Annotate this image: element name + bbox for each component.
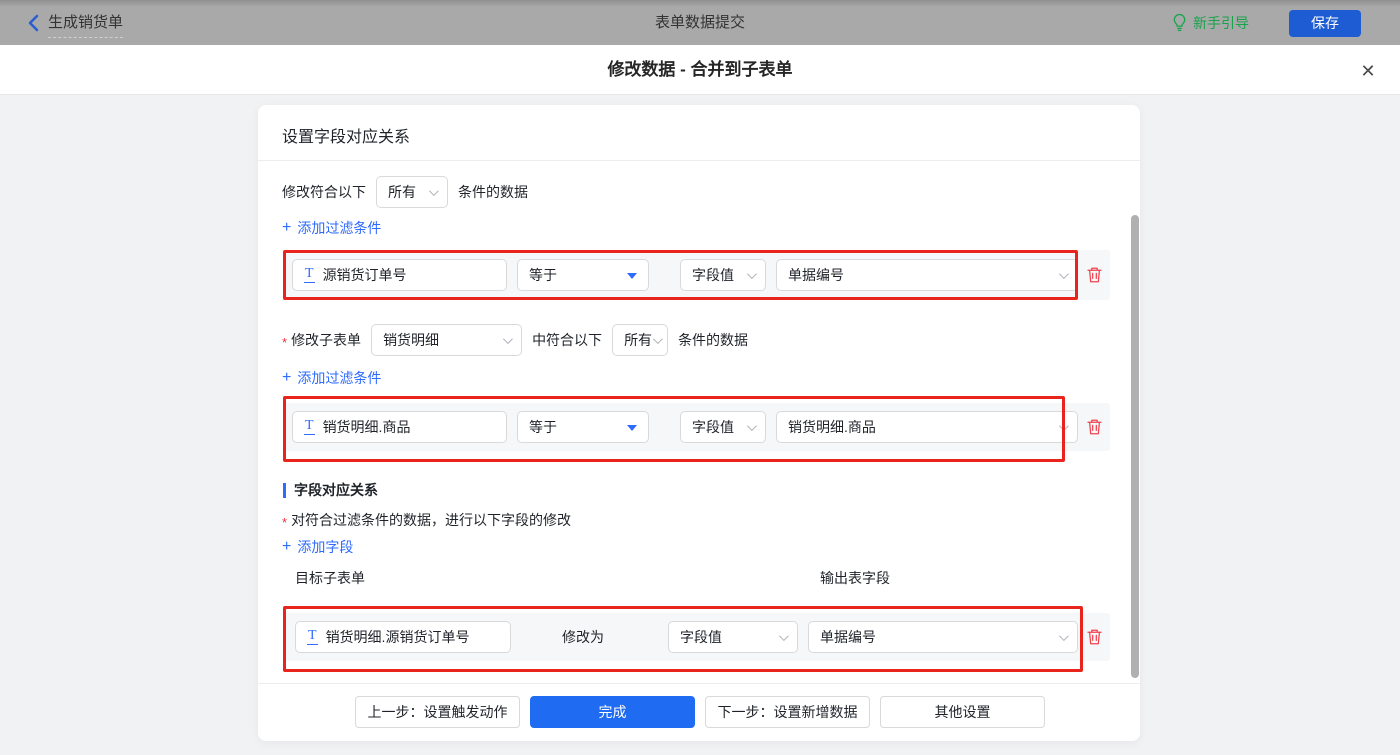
prev-step-button[interactable]: 上一步：设置触发动作 xyxy=(355,696,520,728)
mapping-section-header: 字段对应关系 xyxy=(283,480,378,500)
add-field-link[interactable]: + 添加字段 xyxy=(282,537,353,557)
mapping-row: T 销货明细.源销货订单号 修改为 字段值 单据编号 xyxy=(283,613,1110,661)
column-output-field: 输出表字段 xyxy=(820,570,890,586)
close-icon[interactable]: ✕ xyxy=(1354,57,1382,85)
next-step-button[interactable]: 下一步：设置新增数据 xyxy=(705,696,870,728)
save-button[interactable]: 保存 xyxy=(1289,10,1361,37)
add-filter-link-sub[interactable]: + 添加过滤条件 xyxy=(282,368,381,388)
value-field-value: 单据编号 xyxy=(788,267,844,283)
chevron-down-icon xyxy=(1058,421,1069,432)
main-match-select[interactable]: 所有 xyxy=(376,176,448,208)
header-divider xyxy=(258,160,1140,161)
text-field-icon: T xyxy=(304,418,315,435)
chevron-down-icon xyxy=(503,334,513,345)
main-filter-line: 修改符合以下 所有 条件的数据 xyxy=(282,176,528,208)
value-type-select[interactable]: 字段值 xyxy=(680,411,766,443)
chevron-down-icon xyxy=(1058,631,1069,642)
lightbulb-icon xyxy=(1173,13,1186,32)
delete-mapping-icon[interactable] xyxy=(1086,628,1104,646)
value-type-value: 字段值 xyxy=(692,267,734,283)
sub-match-value: 所有 xyxy=(624,332,653,348)
other-settings-button[interactable]: 其他设置 xyxy=(880,696,1045,728)
subform-suffix: 条件的数据 xyxy=(678,332,749,348)
value-field-select[interactable]: 单据编号 xyxy=(776,259,1078,291)
add-field-label: 添加字段 xyxy=(297,539,354,555)
add-filter-label: 添加过滤条件 xyxy=(297,220,382,236)
main-filter-suffix: 条件的数据 xyxy=(458,184,528,200)
condition-field-input[interactable]: T 销货明细.商品 xyxy=(292,411,507,443)
sub-match-select[interactable]: 所有 xyxy=(612,324,669,356)
filter-condition-row-1: T 源销货订单号 等于 字段值 单据编号 xyxy=(283,250,1110,300)
value-type-value: 字段值 xyxy=(680,629,722,645)
dialog-title: 修改数据 - 合并到子表单 xyxy=(607,60,793,79)
mapping-desc-line: * 对符合过滤条件的数据，进行以下字段的修改 xyxy=(282,510,571,530)
delete-condition-icon[interactable] xyxy=(1086,266,1104,284)
subform-label: 修改子表单 xyxy=(291,332,362,348)
output-field-select[interactable]: 单据编号 xyxy=(808,621,1078,653)
add-filter-link-main[interactable]: + 添加过滤条件 xyxy=(282,218,381,238)
beginner-guide-label: 新手引导 xyxy=(1193,14,1249,31)
section-accent-bar xyxy=(283,482,286,498)
required-asterisk: * xyxy=(282,514,288,530)
top-bar: 生成销货单 表单数据提交 新手引导 保存 xyxy=(0,0,1400,45)
text-field-icon: T xyxy=(304,266,315,283)
footer-divider xyxy=(258,683,1140,684)
mapping-section-title: 字段对应关系 xyxy=(294,482,378,498)
caret-down-icon xyxy=(627,273,637,279)
plus-icon: + xyxy=(282,369,292,386)
plus-icon: + xyxy=(282,219,292,236)
target-field-value: 销货明细.源销货订单号 xyxy=(325,629,470,645)
subform-select[interactable]: 销货明细 xyxy=(371,324,523,356)
chevron-down-icon xyxy=(778,631,789,642)
caret-down-icon xyxy=(627,425,637,431)
delete-condition-icon[interactable] xyxy=(1086,418,1104,436)
beginner-guide-link[interactable]: 新手引导 xyxy=(1172,0,1249,45)
main-match-value: 所有 xyxy=(388,184,416,200)
plus-icon: + xyxy=(282,538,292,555)
value-type-select[interactable]: 字段值 xyxy=(680,259,766,291)
chevron-down-icon xyxy=(746,421,757,432)
subform-mid-text: 中符合以下 xyxy=(532,332,603,348)
value-field-value: 销货明细.商品 xyxy=(788,419,876,435)
dialog-header: 修改数据 - 合并到子表单 ✕ xyxy=(0,45,1400,95)
chevron-down-icon xyxy=(653,334,663,345)
scrollbar-thumb[interactable] xyxy=(1131,215,1139,678)
operator-select[interactable]: 等于 xyxy=(517,411,649,443)
condition-field-value: 源销货订单号 xyxy=(322,267,407,283)
operator-select[interactable]: 等于 xyxy=(517,259,649,291)
operator-value: 等于 xyxy=(529,267,557,283)
mapping-desc: 对符合过滤条件的数据，进行以下字段的修改 xyxy=(291,512,572,528)
filter-condition-row-2: T 销货明细.商品 等于 字段值 销货明细.商品 xyxy=(283,403,1110,451)
main-filter-prefix: 修改符合以下 xyxy=(282,184,366,200)
column-target-subform: 目标子表单 xyxy=(295,570,365,586)
operator-value: 等于 xyxy=(529,419,557,435)
value-type-select[interactable]: 字段值 xyxy=(668,621,798,653)
modify-to-label: 修改为 xyxy=(562,629,604,645)
chevron-down-icon xyxy=(428,186,439,197)
target-field-input[interactable]: T 销货明细.源销货订单号 xyxy=(295,621,511,653)
value-field-select[interactable]: 销货明细.商品 xyxy=(776,411,1078,443)
settings-panel: 设置字段对应关系 修改符合以下 所有 条件的数据 + 添加过滤条件 T 源销货订… xyxy=(258,105,1140,741)
subform-value: 销货明细 xyxy=(383,332,440,348)
subform-filter-line: * 修改子表单 销货明细 中符合以下 所有 条件的数据 xyxy=(282,324,748,356)
condition-field-value: 销货明细.商品 xyxy=(322,419,411,435)
required-asterisk: * xyxy=(282,334,288,350)
chevron-down-icon xyxy=(746,269,757,280)
text-field-icon: T xyxy=(307,628,318,645)
add-filter-label: 添加过滤条件 xyxy=(297,370,382,386)
panel-header: 设置字段对应关系 xyxy=(282,129,411,146)
condition-field-input[interactable]: T 源销货订单号 xyxy=(292,259,507,291)
value-type-value: 字段值 xyxy=(692,419,734,435)
done-button[interactable]: 完成 xyxy=(530,696,695,728)
output-field-value: 单据编号 xyxy=(820,629,876,645)
chevron-down-icon xyxy=(1058,269,1069,280)
